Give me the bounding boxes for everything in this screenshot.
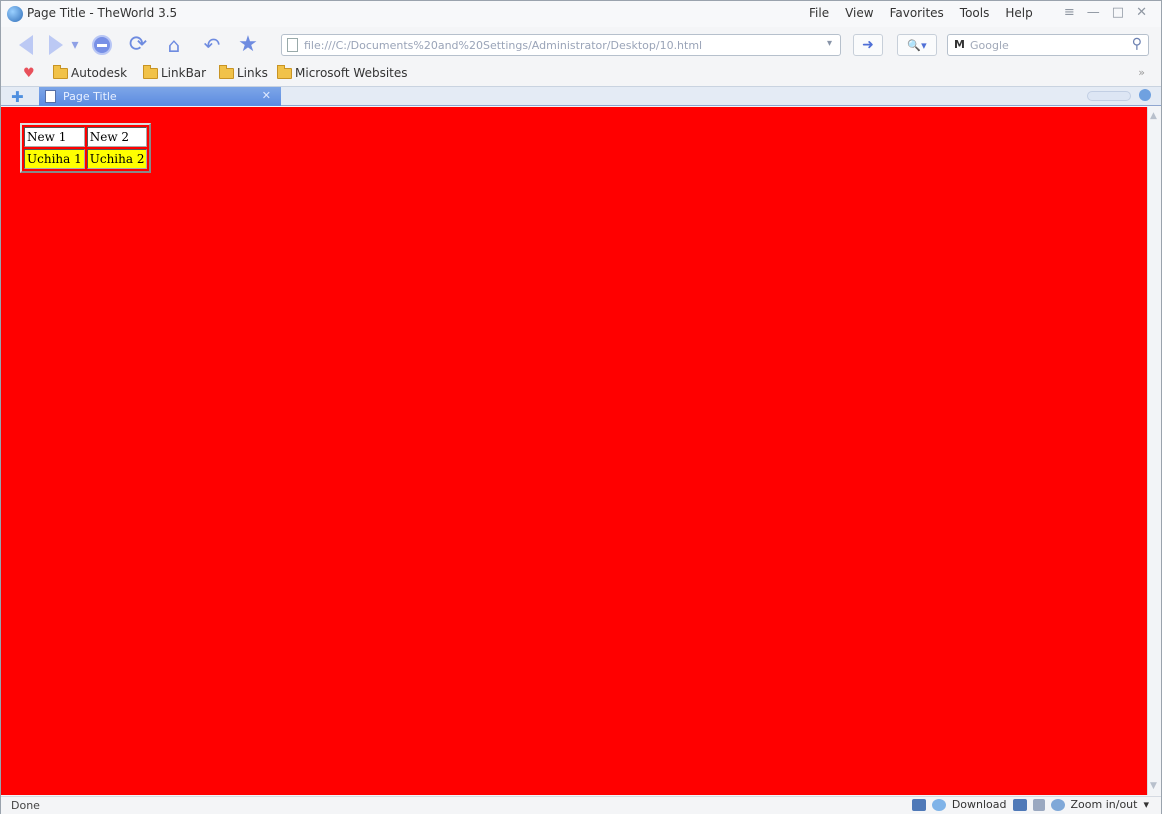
bookmark-label: Links [237,66,268,80]
search-input[interactable]: M Google ⚲ [947,34,1149,56]
undo-icon: ↶ [203,33,221,57]
tab-list-icon[interactable] [1139,89,1151,101]
window-title: Page Title - TheWorld 3.5 [27,6,178,20]
window-controls: ≡ — □ ✕ [1064,5,1147,20]
home-icon: ⌂ [167,33,181,57]
favorites-heart-icon[interactable]: ♥ [23,66,35,81]
status-tools: Download Zoom in/out ▾ [911,798,1149,811]
zoom-button[interactable]: Zoom in/out [1071,798,1138,811]
dropdown-icon: ▾ [71,37,79,53]
back-arrow-icon [19,35,33,55]
menu-bar: File View Favorites Tools Help [809,6,1033,20]
go-button[interactable]: ➜ [853,34,883,56]
content-table: New 1 New 2 Uchiha 1 Uchiha 2 [20,123,152,173]
menu-tools[interactable]: Tools [960,6,990,20]
network-icon[interactable] [1012,798,1027,811]
search-engine-selector[interactable]: 🔍▾ [897,34,937,56]
undo-close-button[interactable]: ↶ [199,32,225,58]
options-icon[interactable]: ≡ [1064,5,1075,20]
bookmark-label: LinkBar [161,66,207,80]
menu-help[interactable]: Help [1005,6,1032,20]
zoom-dropdown-icon[interactable]: ▾ [1143,798,1149,811]
tab-label: Page Title [63,90,117,103]
table-cell: New 1 [24,127,85,147]
maximize-icon[interactable]: □ [1112,5,1124,20]
monitor-icon[interactable] [911,798,926,811]
home-button[interactable]: ⌂ [161,32,187,58]
bookmarks-overflow-icon[interactable]: » [1138,66,1145,79]
table-cell: Uchiha 1 [24,149,85,169]
navigation-toolbar: ▾ ⟳ ⌂ ↶ ★ file:///C:/Documents%20and%20S… [1,28,1161,62]
status-text: Done [11,799,40,812]
menu-favorites[interactable]: Favorites [890,6,944,20]
status-bar: Done Download Zoom in/out ▾ [1,796,1161,814]
search-provider-icon: M [954,38,965,51]
bookmark-label: Microsoft Websites [295,66,408,80]
table-row: Uchiha 1 Uchiha 2 [24,149,148,169]
back-button[interactable] [13,32,39,58]
menu-view[interactable]: View [845,6,873,20]
search-icon[interactable]: ⚲ [1132,36,1142,52]
bookmark-links[interactable]: Links [219,64,268,80]
title-bar: Page Title - TheWorld 3.5 File View Favo… [1,1,1161,27]
browser-logo-icon [7,6,23,22]
vertical-scrollbar[interactable]: ▲ ▼ [1147,107,1161,795]
address-url: file:///C:/Documents%20and%20Settings/Ad… [304,38,703,52]
tab-close-icon[interactable]: ✕ [262,89,271,102]
bookmark-linkbar[interactable]: LinkBar [143,64,207,80]
page-icon [287,38,298,52]
star-icon: ★ [238,32,258,57]
stop-icon [92,35,112,55]
folder-icon [53,64,68,79]
page-icon [45,90,56,103]
table-row: New 1 New 2 [24,127,148,147]
menu-file[interactable]: File [809,6,829,20]
stop-button[interactable] [89,32,115,58]
minimize-icon[interactable]: — [1087,5,1100,20]
go-arrow-icon: ➜ [862,37,874,53]
page-content: New 1 New 2 Uchiha 1 Uchiha 2 [1,107,1147,795]
folder-icon [143,64,158,79]
table-cell: New 2 [86,127,148,147]
scroll-down-icon[interactable]: ▼ [1150,781,1157,791]
history-dropdown[interactable]: ▾ [67,32,83,58]
refresh-icon: ⟳ [128,32,148,57]
new-tab-icon[interactable]: ✚ [11,88,24,106]
close-icon[interactable]: ✕ [1136,5,1147,20]
forward-arrow-icon [49,35,63,55]
speaker-icon[interactable] [1032,798,1045,811]
scroll-up-icon[interactable]: ▲ [1150,111,1157,121]
download-button[interactable]: Download [952,798,1007,811]
tab-bar: ✚ Page Title ✕ [1,86,1161,106]
forward-button[interactable] [43,32,69,58]
bookmark-label: Autodesk [71,66,128,80]
favorites-button[interactable]: ★ [235,32,261,58]
browser-window: Page Title - TheWorld 3.5 File View Favo… [0,0,1162,814]
refresh-button[interactable]: ⟳ [125,32,151,58]
address-dropdown-icon[interactable]: ▾ [827,38,832,49]
folder-icon [277,64,292,79]
download-icon [931,798,946,811]
search-placeholder: Google [970,38,1009,52]
bookmarks-bar: ♥ Autodesk LinkBar Links Microsoft Websi… [1,63,1161,85]
tab-scroll-slider[interactable] [1087,91,1131,101]
bookmark-microsoft-websites[interactable]: Microsoft Websites [277,64,408,80]
zoom-icon [1050,798,1065,811]
bookmark-autodesk[interactable]: Autodesk [53,64,128,80]
search-engine-icon: 🔍▾ [907,38,927,52]
folder-icon [219,64,234,79]
tab-page-title[interactable]: Page Title ✕ [39,87,281,106]
table-cell: Uchiha 2 [86,149,148,169]
address-input[interactable]: file:///C:/Documents%20and%20Settings/Ad… [281,34,841,56]
